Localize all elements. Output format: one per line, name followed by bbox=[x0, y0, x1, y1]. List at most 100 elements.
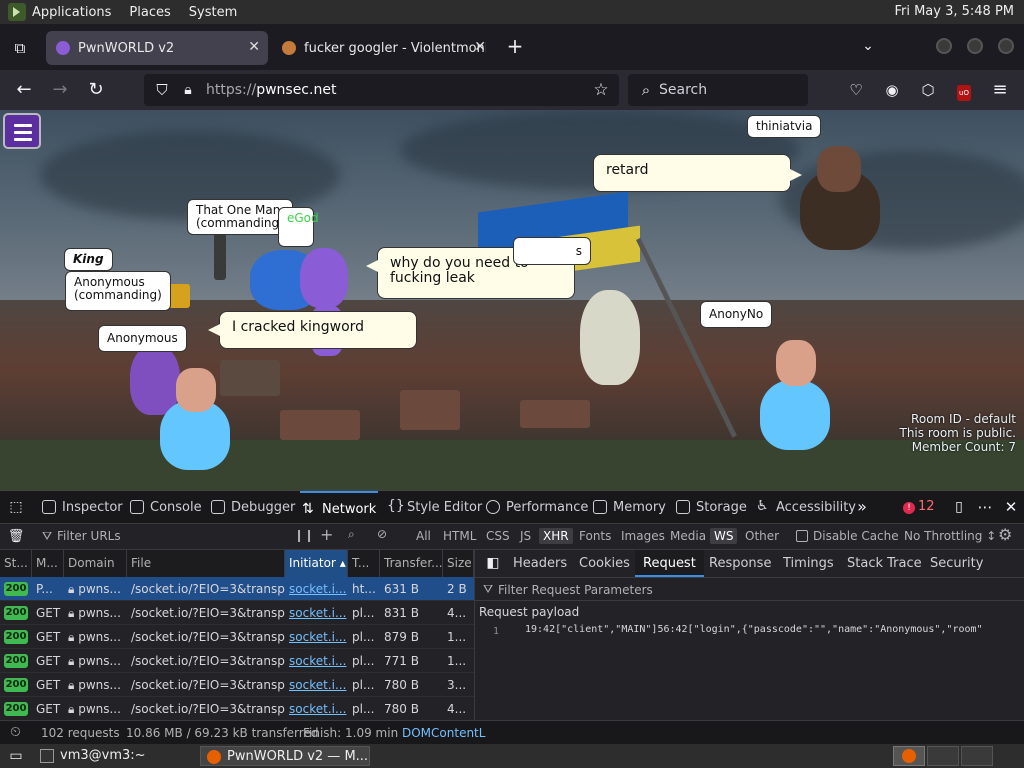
close-window-icon[interactable] bbox=[998, 38, 1014, 54]
system-menu[interactable]: System bbox=[189, 5, 237, 20]
tab-timings[interactable]: Timings bbox=[775, 550, 842, 577]
clock[interactable]: Fri May 3, 5:48 PM bbox=[894, 4, 1014, 19]
list-all-tabs-icon[interactable]: ⌄ bbox=[856, 34, 880, 58]
task-terminal[interactable]: vm3@vm3:~ bbox=[34, 746, 194, 766]
table-row[interactable]: 200 P... 🔒︎ pwns... /socket.io/?EIO=3&trans… bbox=[0, 577, 474, 601]
applications-menu[interactable]: Applications bbox=[32, 5, 111, 20]
col-method[interactable]: M... bbox=[32, 550, 64, 577]
col-initiator[interactable]: Initiator ▴ bbox=[285, 550, 348, 577]
error-count-badge[interactable]: ! 12 bbox=[903, 499, 935, 514]
cell-initiator[interactable]: socket.i... bbox=[285, 577, 348, 601]
table-row[interactable]: 200 GET 🔒︎ pwns... /socket.io/?EIO=3&transp… bbox=[0, 625, 474, 649]
cell-initiator[interactable]: socket.i... bbox=[285, 649, 348, 673]
throttling-select[interactable]: No Throttling ↕ bbox=[904, 529, 996, 543]
table-row[interactable]: 200 GET 🔒︎ pwns... /socket.io/?EIO=3&transp… bbox=[0, 697, 474, 721]
workspace-3[interactable] bbox=[961, 746, 993, 766]
pwnworld-scene[interactable]: thiniatvia retard That One Man (commandi… bbox=[0, 110, 1024, 490]
search-icon[interactable]: ⌕ bbox=[348, 527, 355, 542]
url-bar[interactable]: ⛉ 🔒︎ https://pwnsec.net ☆ bbox=[144, 74, 619, 106]
more-tabs-chevron-icon[interactable]: » bbox=[850, 495, 874, 519]
toggle-sidebar-icon[interactable]: ◧ bbox=[481, 551, 505, 575]
hamburger-menu-button[interactable] bbox=[3, 113, 41, 149]
dock-side-icon[interactable]: ▯ bbox=[947, 495, 971, 519]
minimize-window-icon[interactable] bbox=[936, 38, 952, 54]
places-menu[interactable]: Places bbox=[129, 5, 170, 20]
forward-icon[interactable]: → bbox=[48, 78, 72, 102]
tab-overview-icon[interactable]: ⧉ bbox=[8, 36, 32, 60]
tab-headers[interactable]: Headers bbox=[505, 550, 575, 577]
filter-css[interactable]: CSS bbox=[482, 528, 514, 544]
back-icon[interactable]: ← bbox=[12, 78, 36, 102]
filter-params-input[interactable]: Filter Request Parameters bbox=[498, 583, 653, 597]
cell-initiator[interactable]: socket.i... bbox=[285, 625, 348, 649]
close-tab-icon[interactable]: ✕ bbox=[474, 39, 486, 55]
col-size[interactable]: Size bbox=[443, 550, 474, 577]
filter-xhr[interactable]: XHR bbox=[539, 528, 573, 544]
filter-urls-input[interactable]: Filter URLs bbox=[57, 529, 121, 543]
table-row[interactable]: 200 GET 🔒︎ pwns... /socket.io/?EIO=3&transp… bbox=[0, 601, 474, 625]
tab-performance[interactable]: Performance bbox=[484, 491, 588, 524]
tab-security[interactable]: Security bbox=[922, 550, 991, 577]
lock-icon[interactable]: 🔒︎ bbox=[176, 78, 200, 102]
tab-network[interactable]: ⇅ Network bbox=[300, 491, 378, 524]
app-menu-icon[interactable]: ≡ bbox=[988, 78, 1012, 102]
pause-icon[interactable]: ❙❙ bbox=[294, 528, 314, 542]
show-desktop-icon[interactable]: ▭ bbox=[4, 744, 28, 768]
filter-html[interactable]: HTML bbox=[439, 528, 480, 544]
col-domain[interactable]: Domain bbox=[64, 550, 127, 577]
bookmark-star-icon[interactable]: ☆ bbox=[589, 78, 613, 102]
maximize-window-icon[interactable] bbox=[967, 38, 983, 54]
tab-console[interactable]: Console bbox=[128, 491, 202, 524]
filter-other[interactable]: Other bbox=[741, 528, 783, 544]
col-file[interactable]: File bbox=[127, 550, 285, 577]
bonzi-avatar-purple[interactable] bbox=[300, 248, 348, 308]
close-tab-icon[interactable]: ✕ bbox=[248, 39, 260, 55]
workspace-switcher[interactable] bbox=[893, 746, 925, 766]
block-icon[interactable]: ⊘ bbox=[377, 527, 387, 541]
more-options-icon[interactable]: ⋯ bbox=[973, 495, 997, 519]
bonzi-avatar-king[interactable] bbox=[130, 345, 180, 415]
filter-images[interactable]: Images bbox=[617, 528, 669, 544]
search-bar[interactable]: ⌕ Search bbox=[628, 74, 808, 106]
payload-text[interactable]: 19:42["client","MAIN"]56:42["login",{"pa… bbox=[525, 624, 1021, 640]
add-request-icon[interactable]: + bbox=[320, 525, 333, 544]
performance-analysis-icon[interactable]: ⏲ bbox=[10, 724, 21, 740]
filter-fonts[interactable]: Fonts bbox=[575, 528, 615, 544]
filter-ws[interactable]: WS bbox=[710, 528, 738, 544]
tab-stack-trace[interactable]: Stack Trace bbox=[839, 550, 930, 577]
filter-js[interactable]: JS bbox=[516, 528, 535, 544]
filter-all[interactable]: All bbox=[412, 528, 435, 544]
shield-icon[interactable]: ⛉ bbox=[150, 78, 174, 102]
close-devtools-icon[interactable]: ✕ bbox=[999, 495, 1023, 519]
ublock-icon[interactable]: uO bbox=[952, 78, 976, 102]
tab-cookies[interactable]: Cookies bbox=[571, 550, 638, 577]
workspace-2[interactable] bbox=[927, 746, 959, 766]
terminal-app-icon[interactable] bbox=[8, 3, 26, 21]
filter-media[interactable]: Media bbox=[666, 528, 710, 544]
settings-gear-icon[interactable]: ⚙ bbox=[998, 525, 1012, 544]
pick-element-icon[interactable]: ⬚ bbox=[4, 495, 28, 519]
col-transferred[interactable]: Transfer... bbox=[380, 550, 443, 577]
tab-memory[interactable]: Memory bbox=[591, 491, 666, 524]
tab-storage[interactable]: Storage bbox=[674, 491, 747, 524]
trash-icon[interactable]: 🗑︎ bbox=[4, 525, 28, 549]
pocket-icon[interactable]: ♡ bbox=[844, 78, 868, 102]
bonzi-avatar-ice[interactable] bbox=[760, 380, 830, 450]
tab-pwnworld[interactable]: PwnWORLD v2 ✕ bbox=[46, 31, 268, 65]
disable-cache-checkbox[interactable] bbox=[796, 530, 808, 542]
extensions-icon[interactable]: ⬡ bbox=[916, 78, 940, 102]
cell-initiator[interactable]: socket.i... bbox=[285, 697, 348, 721]
table-row[interactable]: 200 GET 🔒︎ pwns... /socket.io/?EIO=3&transp… bbox=[0, 673, 474, 697]
reload-icon[interactable]: ↻ bbox=[84, 78, 108, 102]
cell-initiator[interactable]: socket.i... bbox=[285, 601, 348, 625]
account-icon[interactable]: ◉ bbox=[880, 78, 904, 102]
tab-response[interactable]: Response bbox=[701, 550, 779, 577]
cell-initiator[interactable]: socket.i... bbox=[285, 673, 348, 697]
filter-params-bar[interactable]: ⛛ Filter Request Parameters bbox=[475, 577, 1024, 601]
new-tab-icon[interactable]: + bbox=[503, 34, 527, 58]
bonzi-avatar-white[interactable] bbox=[580, 290, 640, 385]
tab-violentmonkey[interactable]: fucker googler - Violentmonkey ✕ bbox=[272, 31, 494, 65]
tab-inspector[interactable]: Inspector bbox=[40, 491, 123, 524]
tab-request[interactable]: Request bbox=[635, 550, 704, 577]
tab-style-editor[interactable]: {} Style Editor bbox=[385, 491, 482, 524]
